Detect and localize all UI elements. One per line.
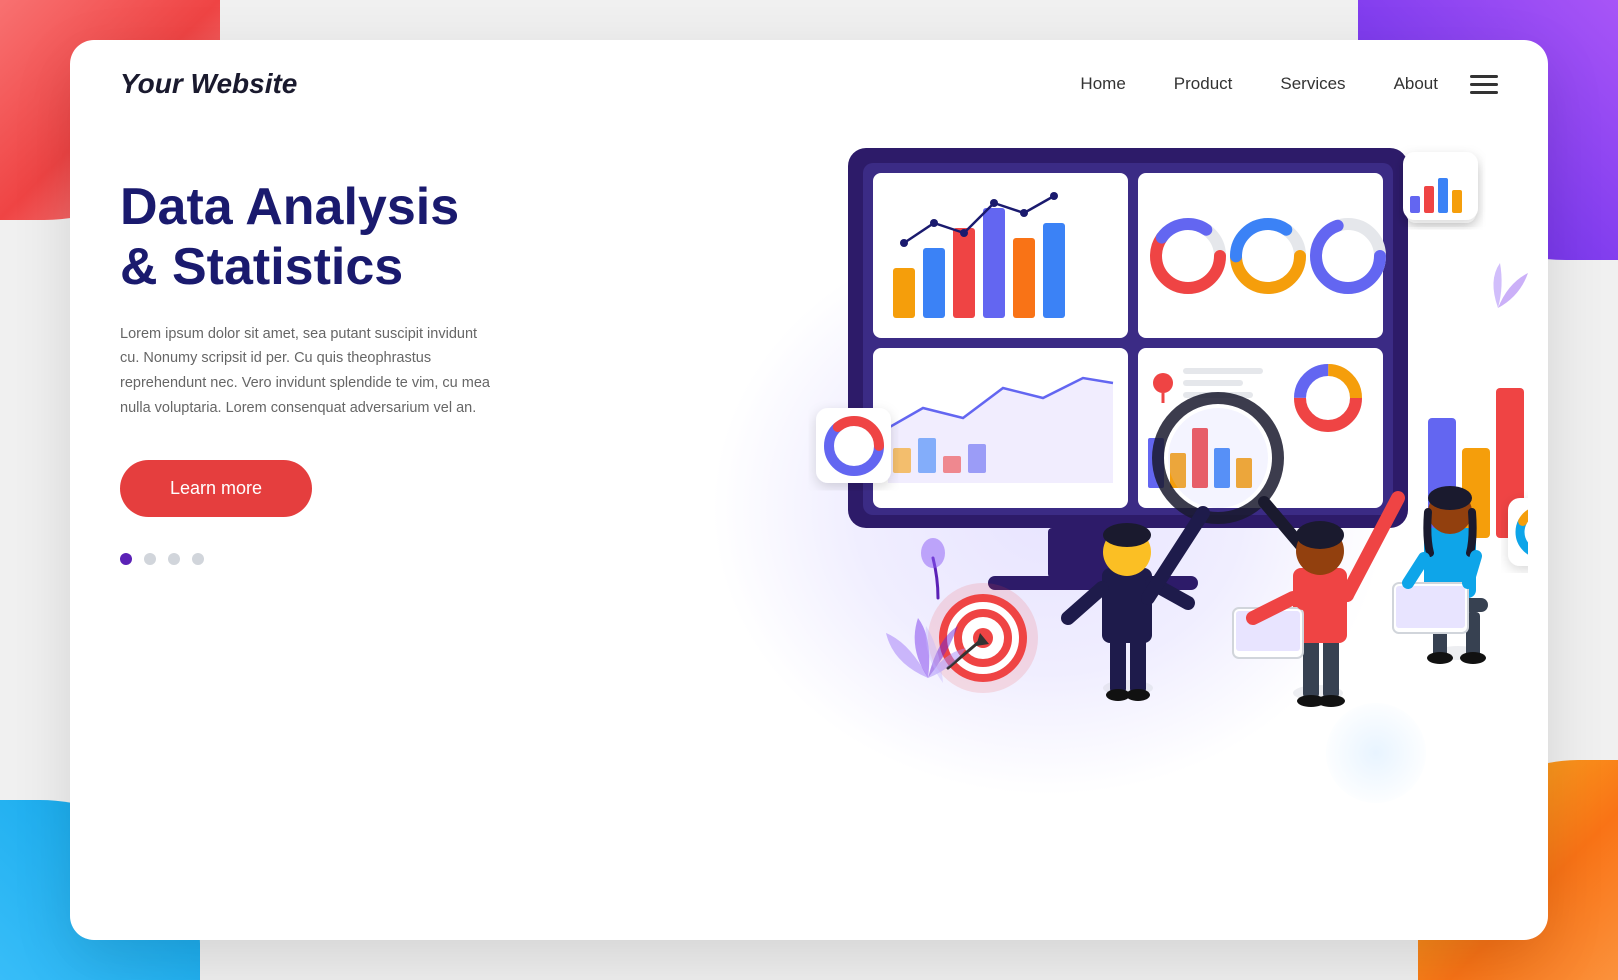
dot-2[interactable]: [144, 553, 156, 565]
hero-left: Data Analysis & Statistics Lorem ipsum d…: [120, 148, 600, 565]
hamburger-menu-icon[interactable]: [1470, 75, 1498, 94]
main-card: Your Website Home Product Services About…: [70, 40, 1548, 940]
learn-more-button[interactable]: Learn more: [120, 460, 312, 517]
main-illustration: [748, 108, 1528, 728]
navbar: Your Website Home Product Services About: [70, 40, 1548, 128]
hamburger-line-3: [1470, 91, 1498, 94]
nav-product[interactable]: Product: [1174, 74, 1233, 94]
carousel-dots: [120, 553, 600, 565]
hero-section: Data Analysis & Statistics Lorem ipsum d…: [70, 128, 1548, 932]
hero-description: Lorem ipsum dolor sit amet, sea putant s…: [120, 322, 500, 421]
hero-title: Data Analysis & Statistics: [120, 178, 600, 298]
nav-services[interactable]: Services: [1280, 74, 1345, 94]
nav-about[interactable]: About: [1394, 74, 1438, 94]
nav-links: Home Product Services About: [1080, 74, 1438, 94]
nav-home[interactable]: Home: [1080, 74, 1125, 94]
hero-right: [600, 148, 1498, 892]
hamburger-line-1: [1470, 75, 1498, 78]
site-logo[interactable]: Your Website: [120, 68, 297, 100]
hamburger-line-2: [1470, 83, 1498, 86]
dot-3[interactable]: [168, 553, 180, 565]
dot-1[interactable]: [120, 553, 132, 565]
dot-4[interactable]: [192, 553, 204, 565]
